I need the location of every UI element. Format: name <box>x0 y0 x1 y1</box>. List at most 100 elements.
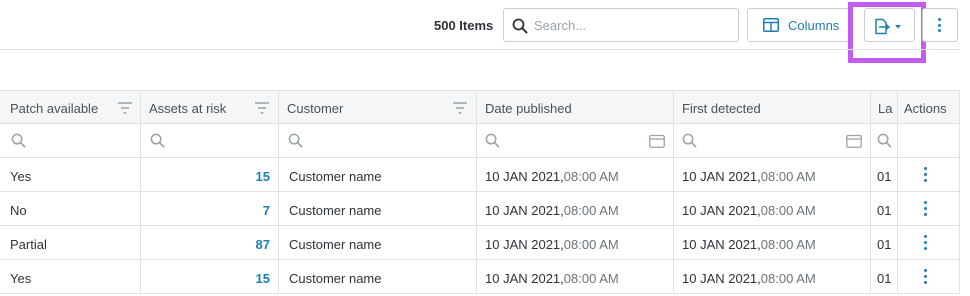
patch-value: Partial <box>10 237 47 252</box>
date-published-value: 10 JAN 2021,08:00 AM <box>485 237 619 252</box>
date-published-value: 10 JAN 2021,08:00 AM <box>485 271 619 286</box>
cell-last: 01 <box>871 192 898 226</box>
columns-label: Columns <box>788 18 840 33</box>
cell-patch-available: No <box>0 192 141 226</box>
date-value: 10 JAN 2021, <box>485 203 564 218</box>
table-row[interactable]: Yes 15 Customer name 10 JAN 2021,08:00 A… <box>0 158 960 192</box>
assets-link[interactable]: 7 <box>263 203 270 218</box>
date-value: 10 JAN 2021, <box>682 169 761 184</box>
cell-patch-available: Yes <box>0 260 141 294</box>
filter-cell-actions <box>898 124 960 158</box>
date-value: 10 JAN 2021, <box>485 237 564 252</box>
cell-actions <box>898 226 960 260</box>
filter-cell-patch-available[interactable] <box>0 124 141 158</box>
filter-cell-assets-at-risk[interactable] <box>141 124 279 158</box>
column-header-patch-available[interactable]: Patch available <box>0 90 141 124</box>
cell-actions <box>898 158 960 192</box>
table-row[interactable]: No 7 Customer name 10 JAN 2021,08:00 AM … <box>0 192 960 226</box>
column-header-actions: Actions <box>898 90 960 124</box>
row-actions-icon[interactable] <box>924 269 927 284</box>
filter-icon[interactable] <box>452 101 468 115</box>
search-icon <box>512 18 528 34</box>
customer-value: Customer name <box>289 237 382 252</box>
search-icon <box>682 133 697 148</box>
date-value: 10 JAN 2021, <box>682 271 761 286</box>
column-header-last[interactable]: La <box>871 90 898 124</box>
cell-customer: Customer name <box>279 260 477 294</box>
first-detected-value: 10 JAN 2021,08:00 AM <box>682 169 816 184</box>
table-row[interactable]: Yes 15 Customer name 10 JAN 2021,08:00 A… <box>0 260 960 294</box>
time-value: 08:00 AM <box>760 203 816 218</box>
search-icon <box>877 133 892 148</box>
search-icon <box>485 133 500 148</box>
date-value: 10 JAN 2021, <box>682 237 761 252</box>
filter-cell-first-detected[interactable] <box>674 124 871 158</box>
column-header-label: Assets at risk <box>149 101 227 116</box>
column-header-label: Actions <box>904 101 947 116</box>
time-value: 08:00 AM <box>760 271 816 286</box>
chevron-down-icon <box>895 25 901 29</box>
time-value: 08:00 AM <box>760 237 816 252</box>
date-value: 10 JAN 2021, <box>682 203 761 218</box>
cell-actions <box>898 260 960 294</box>
patch-value: Yes <box>10 271 32 286</box>
assets-link[interactable]: 15 <box>256 271 270 286</box>
time-value: 08:00 AM <box>563 203 619 218</box>
customer-value: Customer name <box>289 271 382 286</box>
last-value: 01 <box>877 271 892 286</box>
search-box[interactable] <box>503 8 739 42</box>
item-count: 500 Items <box>434 18 494 33</box>
filter-icon[interactable] <box>117 101 133 115</box>
date-published-value: 10 JAN 2021,08:00 AM <box>485 169 619 184</box>
column-header-label: La <box>878 101 893 116</box>
column-header-first-detected[interactable]: First detected <box>674 90 871 124</box>
table-row[interactable]: Partial 87 Customer name 10 JAN 2021,08:… <box>0 226 960 260</box>
columns-button[interactable]: Columns <box>747 8 850 42</box>
cell-customer: Customer name <box>279 158 477 192</box>
column-header-customer[interactable]: Customer <box>279 90 477 124</box>
search-icon <box>11 133 26 148</box>
cell-assets-at-risk: 7 <box>141 192 279 226</box>
filter-icon[interactable] <box>254 101 270 115</box>
cell-first-detected: 10 JAN 2021,08:00 AM <box>674 158 871 192</box>
cell-assets-at-risk: 15 <box>141 158 279 192</box>
assets-link[interactable]: 87 <box>256 237 270 252</box>
first-detected-value: 10 JAN 2021,08:00 AM <box>682 203 816 218</box>
row-actions-icon[interactable] <box>924 167 927 182</box>
cell-patch-available: Yes <box>0 158 141 192</box>
toolbar-divider <box>0 49 960 50</box>
filter-cell-date-published[interactable] <box>477 124 674 158</box>
filter-cell-last[interactable] <box>871 124 898 158</box>
customer-value: Customer name <box>289 203 382 218</box>
cell-date-published: 10 JAN 2021,08:00 AM <box>477 260 674 294</box>
column-header-assets-at-risk[interactable]: Assets at risk <box>141 90 279 124</box>
cell-patch-available: Partial <box>0 226 141 260</box>
column-header-date-published[interactable]: Date published <box>477 90 674 124</box>
columns-icon <box>763 18 779 32</box>
row-actions-icon[interactable] <box>924 201 927 216</box>
column-header-label: Customer <box>287 101 344 116</box>
filter-cell-customer[interactable] <box>279 124 477 158</box>
column-header-label: Date published <box>485 101 572 116</box>
column-header-label: Patch available <box>10 101 99 116</box>
export-button[interactable] <box>864 8 915 42</box>
date-value: 10 JAN 2021, <box>485 271 564 286</box>
time-value: 08:00 AM <box>563 237 619 252</box>
assets-link[interactable]: 15 <box>256 169 270 184</box>
time-value: 08:00 AM <box>563 271 619 286</box>
cell-last: 01 <box>871 226 898 260</box>
search-icon <box>150 133 165 148</box>
calendar-icon[interactable] <box>649 134 665 148</box>
cell-assets-at-risk: 15 <box>141 260 279 294</box>
last-value: 01 <box>877 203 892 218</box>
cell-date-published: 10 JAN 2021,08:00 AM <box>477 158 674 192</box>
search-input[interactable] <box>534 15 729 35</box>
cell-date-published: 10 JAN 2021,08:00 AM <box>477 192 674 226</box>
row-actions-icon[interactable] <box>924 235 927 250</box>
date-published-value: 10 JAN 2021,08:00 AM <box>485 203 619 218</box>
toolbar: 500 Items Columns <box>0 0 970 63</box>
calendar-icon[interactable] <box>846 134 862 148</box>
more-options-button[interactable] <box>922 8 958 42</box>
cell-actions <box>898 192 960 226</box>
table-filter-row <box>0 124 960 158</box>
